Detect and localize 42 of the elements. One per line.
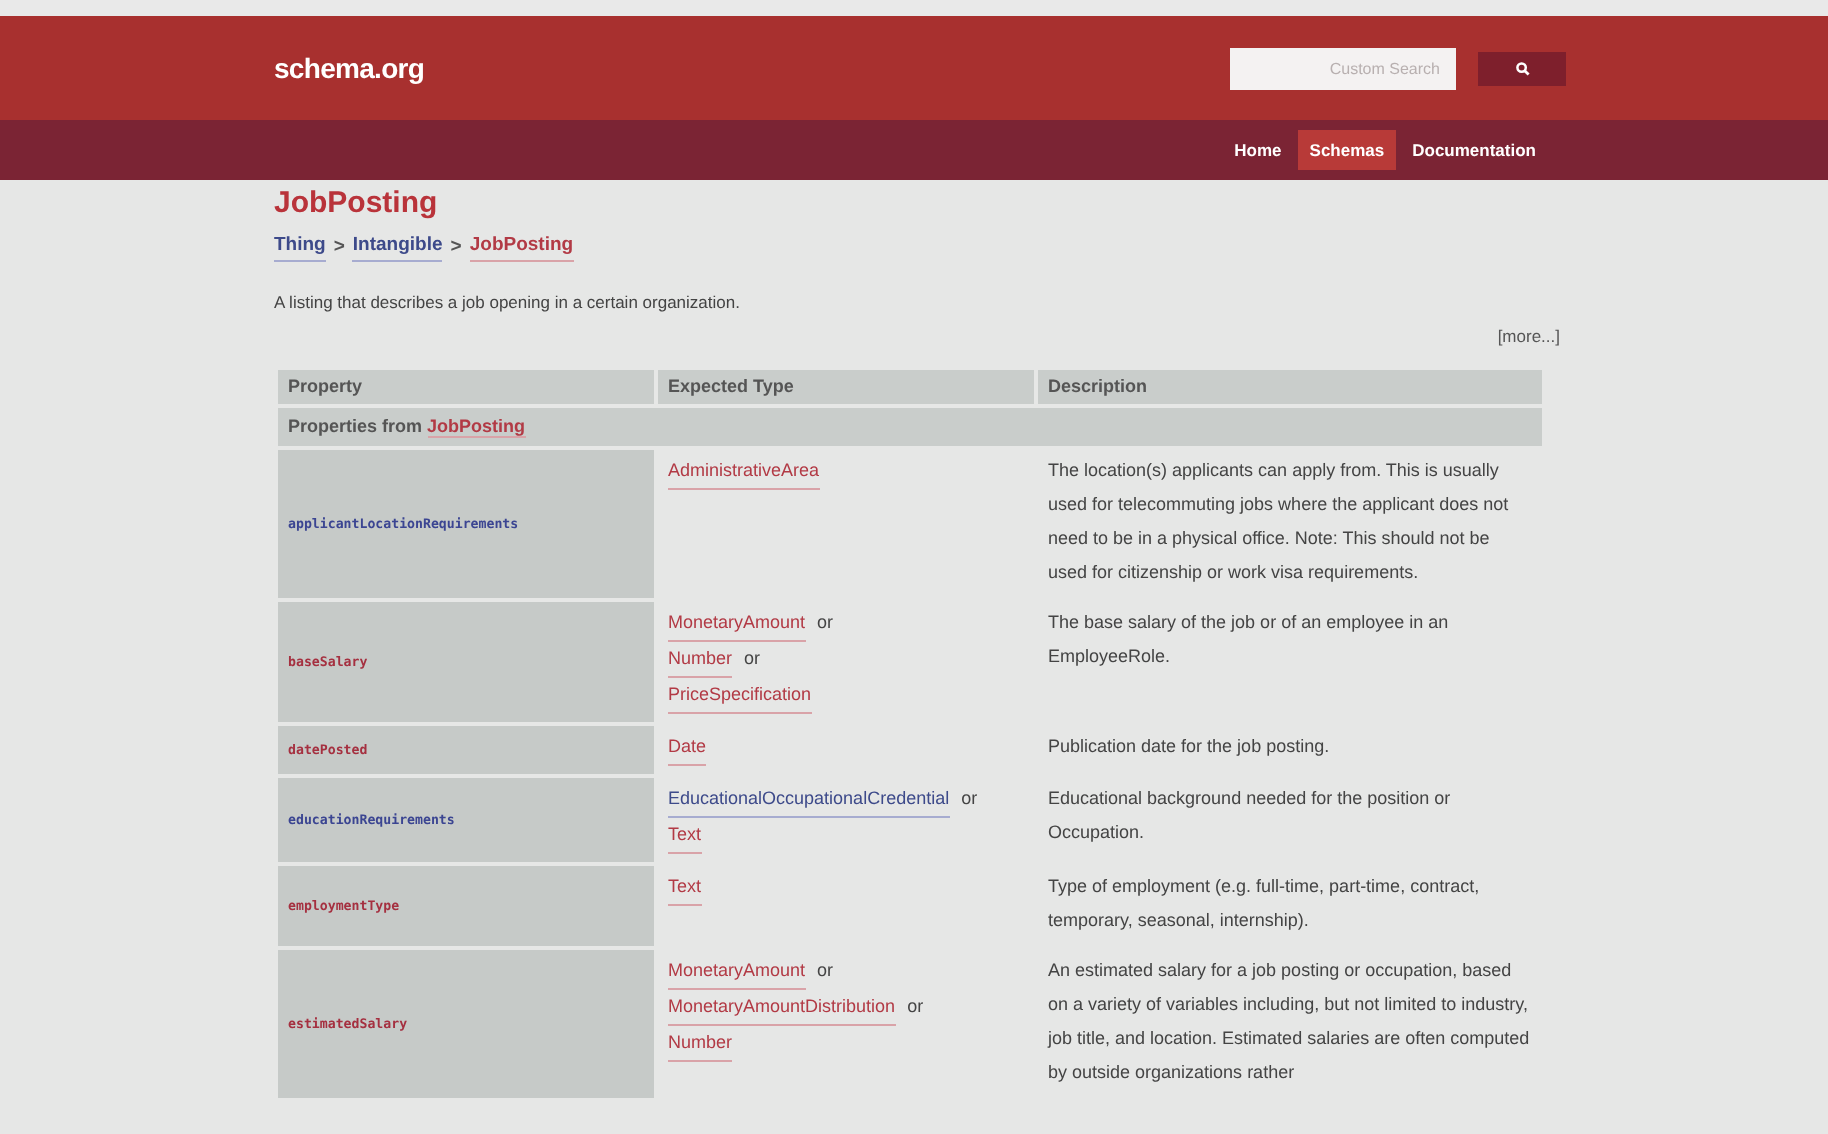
group-link[interactable]: JobPosting — [427, 415, 526, 437]
property-description: The location(s) applicants can apply from. This is usually used for telecommuting jobs where the applicant does not need to be in a physical office. Note: This should not be used for citizenship or work visa requirements. — [1048, 459, 1509, 582]
breadcrumb-separator: > — [333, 233, 345, 261]
site-logo[interactable]: schema.org — [274, 47, 425, 89]
breadcrumb-separator: > — [450, 233, 462, 261]
property-description: Type of employment (e.g. full-time, part-time, contract, temporary, seasonal, internship). — [1048, 875, 1480, 930]
nav-link[interactable]: Home — [1222, 130, 1294, 170]
nav-link[interactable]: Schemas — [1297, 130, 1397, 170]
type-link[interactable]: Number — [668, 641, 733, 678]
breadcrumb-link[interactable]: Intangible — [352, 232, 443, 263]
type-link[interactable]: Text — [668, 869, 702, 906]
property-description: The base salary of the job or of an employee in an EmployeeRole. — [1048, 611, 1449, 666]
type-link[interactable]: Text — [668, 817, 702, 854]
nav-link[interactable]: Documentation — [1400, 130, 1548, 170]
search-icon — [1515, 61, 1529, 75]
type-link[interactable]: MonetaryAmount — [668, 953, 806, 990]
page-title: JobPosting — [274, 184, 440, 224]
property-description: Educational background needed for the position or Occupation. — [1048, 787, 1451, 842]
or-separator: or — [817, 609, 834, 636]
type-link[interactable]: Number — [668, 1025, 733, 1062]
more-link[interactable]: [more...] — [1497, 324, 1560, 350]
column-header: Expected Type — [656, 367, 1036, 406]
column-header: Property — [276, 367, 656, 406]
type-link[interactable]: PriceSpecification — [668, 677, 812, 714]
or-separator: or — [817, 957, 834, 984]
search-field[interactable]: Custom Search — [1230, 47, 1456, 89]
type-link[interactable]: MonetaryAmount — [668, 605, 806, 642]
type-link[interactable]: Date — [668, 729, 707, 766]
search-button[interactable] — [1478, 51, 1566, 85]
group-label: Properties from — [288, 415, 425, 435]
breadcrumb-link[interactable]: JobPosting — [469, 232, 574, 263]
column-header: Description — [1036, 367, 1544, 406]
or-separator: or — [961, 785, 978, 812]
type-link[interactable]: AdministrativeArea — [668, 453, 820, 490]
type-link[interactable]: EducationalOccupationalCredential — [668, 781, 950, 818]
type-description: A listing that describes a job opening in a certain organization. — [274, 290, 742, 316]
property-description: Publication date for the job posting. — [1048, 735, 1330, 756]
property-description: An estimated salary for a job posting or occupation, based on a variety of variables including, but not limited to industry, job title, and location. Estimated salaries are often computed by outside organizations rather — [1048, 959, 1530, 1082]
breadcrumb-link[interactable]: Thing — [274, 232, 326, 263]
or-separator: or — [744, 645, 761, 672]
type-link[interactable]: MonetaryAmountDistribution — [668, 989, 896, 1026]
or-separator: or — [907, 993, 924, 1020]
